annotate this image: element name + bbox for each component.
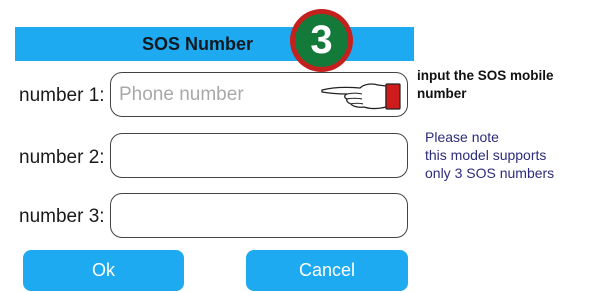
note-line-1: Please note xyxy=(425,129,499,145)
note-line-2: this model supports xyxy=(425,147,547,163)
number-3-label: number 3: xyxy=(19,206,105,227)
number-2-label: number 2: xyxy=(19,147,105,168)
ok-button[interactable]: Ok xyxy=(23,250,184,291)
cancel-button[interactable]: Cancel xyxy=(246,250,408,291)
step-badge: 3 xyxy=(290,9,353,72)
number-3-input[interactable] xyxy=(111,194,407,237)
sos-limit-note: Please note this model supports only 3 S… xyxy=(425,128,600,182)
instruction-text: input the SOS mobile number xyxy=(417,68,554,101)
pointing-hand-icon xyxy=(321,83,401,110)
dialog-title-bar: SOS Number xyxy=(15,27,414,61)
step-number: 3 xyxy=(295,14,348,67)
note-line-3: only 3 SOS numbers xyxy=(425,165,555,181)
number-2-field[interactable] xyxy=(110,133,408,178)
sos-number-dialog: SOS Number 3 number 1: input the SOS mob… xyxy=(0,0,603,292)
number-2-input[interactable] xyxy=(111,134,407,177)
number-3-field[interactable] xyxy=(110,193,408,238)
number-1-label: number 1: xyxy=(19,85,105,106)
